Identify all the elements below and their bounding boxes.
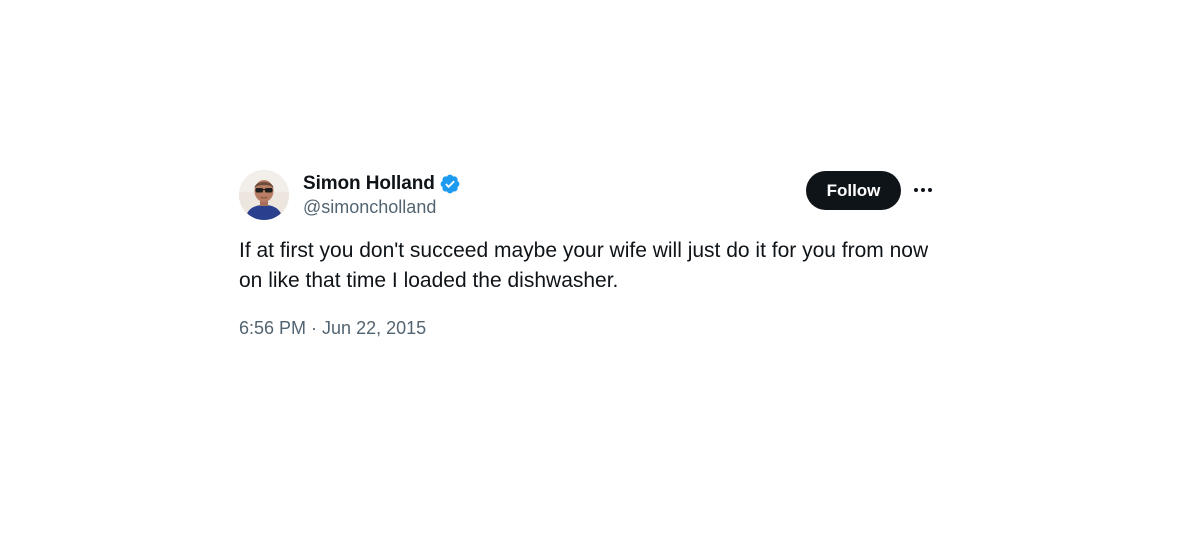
tweet-header: Simon Holland @simoncholland Follow bbox=[239, 170, 939, 220]
verified-badge-icon bbox=[439, 173, 461, 195]
more-horizontal-icon[interactable] bbox=[911, 180, 935, 200]
author-handle[interactable]: @simoncholland bbox=[303, 197, 461, 218]
tweet-card: Simon Holland @simoncholland Follow If a… bbox=[239, 170, 939, 339]
avatar[interactable] bbox=[239, 170, 289, 220]
tweet-text: If at first you don't succeed maybe your… bbox=[239, 239, 929, 292]
tweet-date: Jun 22, 2015 bbox=[322, 318, 427, 338]
tweet-timestamp[interactable]: 6:56 PM · Jun 22, 2015 bbox=[239, 318, 939, 339]
follow-button[interactable]: Follow bbox=[806, 171, 901, 210]
author-display-name[interactable]: Simon Holland bbox=[303, 173, 435, 195]
name-row: Simon Holland bbox=[303, 172, 461, 196]
tweet-time: 6:56 PM bbox=[239, 318, 307, 338]
author-identity: Simon Holland @simoncholland bbox=[303, 172, 461, 218]
profile-photo-icon bbox=[239, 170, 289, 220]
meta-separator: · bbox=[311, 318, 318, 338]
